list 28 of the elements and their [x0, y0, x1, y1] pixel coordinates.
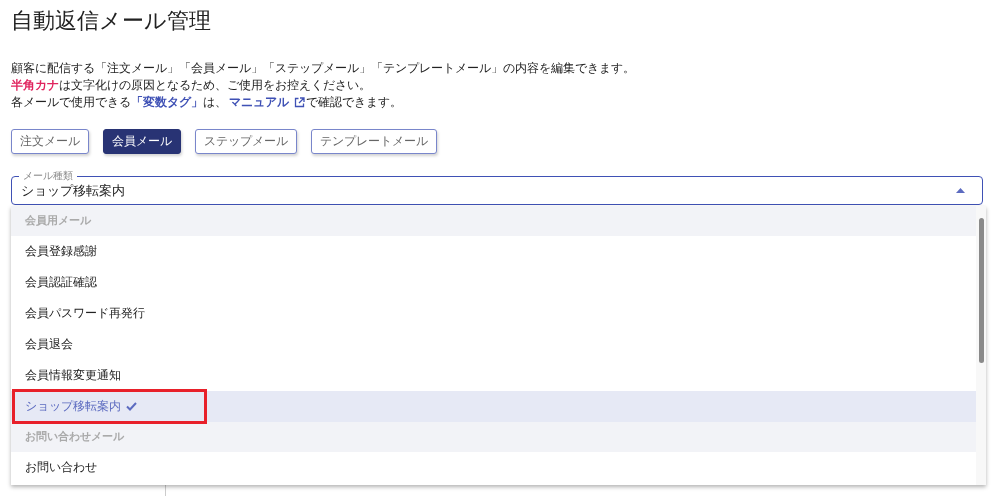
dropdown-option[interactable]: 会員情報変更通知 [11, 360, 976, 391]
caret-up-icon [956, 188, 965, 193]
scrollbar[interactable] [976, 206, 986, 485]
page-title: 自動返信メール管理 [11, 7, 211, 35]
description-text: 各メールで使用できる [11, 94, 131, 111]
mail-type-tab[interactable]: ステップメール [195, 129, 297, 154]
dropdown-option[interactable]: 会員退会 [11, 329, 976, 360]
description-text: は、 [203, 94, 227, 111]
dropdown-option[interactable]: 会員登録感謝 [11, 236, 976, 267]
manual-link[interactable]: マニュアル [229, 94, 289, 111]
external-link-icon[interactable] [294, 97, 305, 108]
option-group-header: 会員用メール [11, 206, 976, 236]
description-text: は文字化けの原因となるため、ご使用をお控えください。 [59, 77, 371, 94]
option-group-header: お問い合わせメール [11, 422, 976, 452]
description-text: 顧客に配信する「注文メール」「会員メール」「ステップメール」「テンプレートメール」の内容を編集できます。 [11, 60, 635, 77]
dropdown-option[interactable]: お問い合わせ [11, 452, 976, 483]
mail-type-tab[interactable]: 会員メール [103, 129, 181, 154]
dropdown-option[interactable]: ショップ移転案内 [11, 391, 976, 422]
warning-text: 半角カナ [11, 77, 59, 94]
dropdown-option[interactable]: 会員パスワード再発行 [11, 298, 976, 329]
select-value: ショップ移転案内 [21, 181, 126, 200]
field-label: メール種類 [19, 169, 77, 182]
mail-type-tab[interactable]: 注文メール [11, 129, 89, 154]
dropdown-option[interactable]: 会員認証確認 [11, 267, 976, 298]
check-icon [126, 402, 137, 411]
description-text: で確認できます。 [306, 94, 402, 111]
variable-tag-text: 「変数タグ」 [131, 94, 203, 111]
mail-type-tab[interactable]: テンプレートメール [311, 129, 437, 154]
